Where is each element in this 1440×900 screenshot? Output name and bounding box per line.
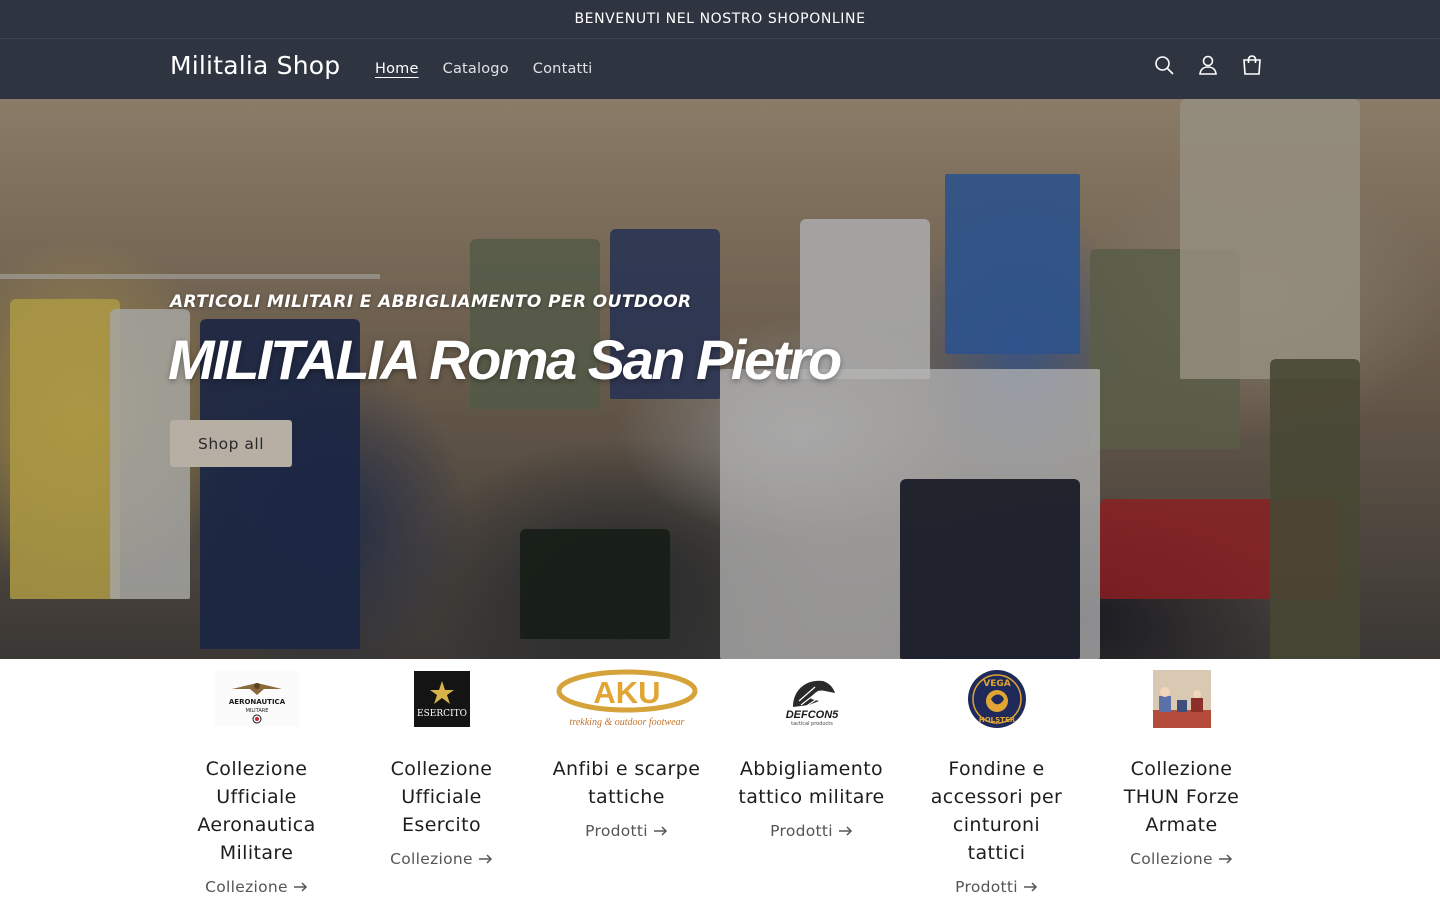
svg-text:MILITARE: MILITARE <box>245 708 268 714</box>
svg-text:AKU: AKU <box>593 675 660 710</box>
collection-link[interactable]: Collezione <box>1130 850 1233 868</box>
collection-list: AERONAUTICA MILITARE Collezione Ufficial… <box>164 659 1276 900</box>
collection-card[interactable]: Collezione THUN Forze Armate Collezione <box>1089 659 1274 900</box>
arrow-right-icon <box>838 826 852 836</box>
collection-title[interactable]: Collezione Ufficiale Esercito <box>367 755 517 839</box>
svg-text:tactical products: tactical products <box>791 721 833 727</box>
collection-link[interactable]: Collezione <box>390 850 493 868</box>
collection-link-label: Prodotti <box>770 822 833 840</box>
collection-image[interactable] <box>1089 659 1274 739</box>
vega-holster-logo: VEGA HOLSTER <box>967 670 1026 728</box>
search-icon[interactable] <box>1152 53 1176 77</box>
main-nav: Home Catalogo Contatti <box>375 39 593 99</box>
collection-title[interactable]: Collezione THUN Forze Armate <box>1107 755 1257 839</box>
collection-image[interactable]: AERONAUTICA MILITARE <box>164 659 349 739</box>
collection-image[interactable]: AKU trekking & outdoor footwear <box>534 659 719 739</box>
defcon5-logo: DEFCON5 tactical products <box>778 671 845 727</box>
hero-title: MILITALIA Roma San Pietro <box>168 328 842 391</box>
shop-all-button[interactable]: Shop all <box>170 420 292 467</box>
announcement-bar: BENVENUTI NEL NOSTRO SHOPONLINE <box>0 0 1440 38</box>
nav-item-home[interactable]: Home <box>375 61 419 77</box>
svg-text:AERONAUTICA: AERONAUTICA <box>228 698 285 706</box>
aku-logo: AKU trekking & outdoor footwear <box>555 669 698 729</box>
site-header: Militalia Shop Home Catalogo Contatti <box>0 38 1440 99</box>
account-icon[interactable] <box>1196 53 1220 77</box>
collection-link-label: Prodotti <box>585 822 648 840</box>
svg-text:DEFCON5: DEFCON5 <box>785 709 838 721</box>
svg-text:ESERCITO: ESERCITO <box>417 709 467 719</box>
collection-link[interactable]: Prodotti <box>770 822 853 840</box>
cart-icon[interactable] <box>1240 53 1264 77</box>
collection-card[interactable]: AERONAUTICA MILITARE Collezione Ufficial… <box>164 659 349 900</box>
collection-link-label: Collezione <box>1130 850 1213 868</box>
collection-link-label: Collezione <box>205 878 288 896</box>
nav-item-catalogo[interactable]: Catalogo <box>443 61 509 77</box>
collection-card[interactable]: VEGA HOLSTER Fondine e accessori per cin… <box>904 659 1089 900</box>
aeronautica-logo: AERONAUTICA MILITARE <box>213 671 300 727</box>
collection-image[interactable]: ESERCITO <box>349 659 534 739</box>
svg-text:VEGA: VEGA <box>983 679 1011 689</box>
header-icons <box>1152 53 1264 77</box>
collection-card[interactable]: AKU trekking & outdoor footwear Anfibi e… <box>534 659 719 900</box>
thun-collection-image <box>1152 670 1211 728</box>
svg-text:HOLSTER: HOLSTER <box>978 716 1015 724</box>
collection-image[interactable]: VEGA HOLSTER <box>904 659 1089 739</box>
collection-link-label: Collezione <box>390 850 473 868</box>
collection-image[interactable]: DEFCON5 tactical products <box>719 659 904 739</box>
hero-banner: ARTICOLI MILITARI E ABBIGLIAMENTO PER OU… <box>0 99 1440 659</box>
arrow-right-icon <box>293 882 307 892</box>
collection-link[interactable]: Prodotti <box>955 878 1038 896</box>
collection-title[interactable]: Collezione Ufficiale Aeronautica Militar… <box>182 755 332 867</box>
collection-card[interactable]: ESERCITO Collezione Ufficiale Esercito C… <box>349 659 534 900</box>
nav-item-contatti[interactable]: Contatti <box>533 61 593 77</box>
arrow-right-icon <box>653 826 667 836</box>
esercito-logo: ESERCITO <box>413 671 470 727</box>
collection-card[interactable]: DEFCON5 tactical products Abbigliamento … <box>719 659 904 900</box>
collection-title[interactable]: Anfibi e scarpe tattiche <box>552 755 702 811</box>
arrow-right-icon <box>478 854 492 864</box>
svg-text:trekking & outdoor footwear: trekking & outdoor footwear <box>569 717 684 728</box>
collection-title[interactable]: Fondine e accessori per cinturoni tattic… <box>922 755 1072 867</box>
arrow-right-icon <box>1023 882 1037 892</box>
announcement-text: BENVENUTI NEL NOSTRO SHOPONLINE <box>574 11 866 27</box>
site-logo[interactable]: Militalia Shop <box>170 51 340 80</box>
collection-link[interactable]: Prodotti <box>585 822 668 840</box>
hero-subtitle: ARTICOLI MILITARI E ABBIGLIAMENTO PER OU… <box>170 292 692 312</box>
collection-title[interactable]: Abbigliamento tattico militare <box>737 755 887 811</box>
collection-link-label: Prodotti <box>955 878 1018 896</box>
collection-link[interactable]: Collezione <box>205 878 308 896</box>
arrow-right-icon <box>1218 854 1232 864</box>
